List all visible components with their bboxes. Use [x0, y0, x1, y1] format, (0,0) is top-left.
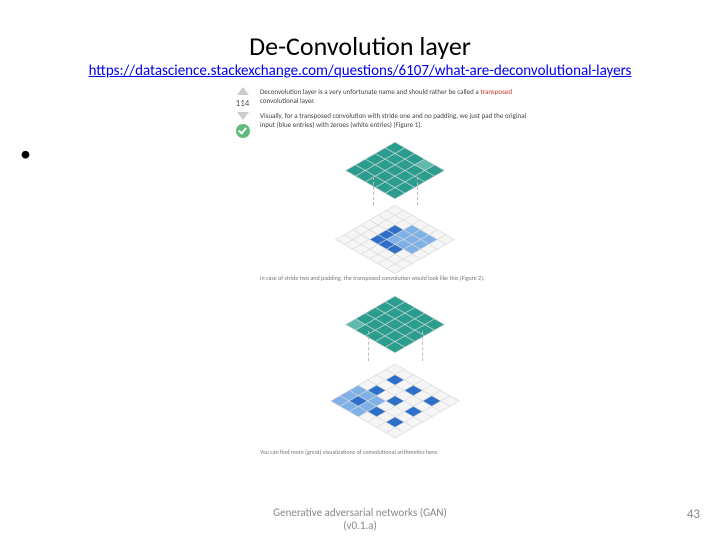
answer-p3: You can find more (great) visualizations…	[260, 449, 530, 457]
answer-p1-term: transposed	[480, 87, 512, 96]
accepted-check-icon	[236, 124, 250, 138]
answer-p1-a: Deconvolution layer is a very unfortunat…	[260, 87, 480, 96]
answer-body: Deconvolution layer is a very unfortunat…	[260, 85, 530, 485]
answer-p1-b: convolutional layer.	[260, 96, 315, 105]
answer-p1: Deconvolution layer is a very unfortunat…	[260, 87, 530, 105]
vote-panel: 114	[230, 85, 255, 138]
stackexchange-answer: 114 Deconvolution layer is a very unfort…	[230, 85, 530, 485]
source-link[interactable]: https://datascience.stackexchange.com/qu…	[0, 62, 720, 80]
footer: Generative adversarial networks (GAN) (v…	[0, 506, 720, 532]
slide-number: 43	[687, 507, 700, 522]
downvote-icon[interactable]	[237, 112, 249, 120]
vote-count: 114	[230, 98, 255, 109]
bullet-dot: •	[20, 140, 31, 167]
figure-2	[260, 289, 530, 439]
answer-p2: Visually, for a transposed convolution w…	[260, 111, 530, 129]
slide-title: De-Convolution layer	[0, 30, 720, 62]
figure-1	[260, 135, 530, 265]
upvote-icon[interactable]	[237, 87, 249, 95]
footer-line2: (v0.1.a)	[343, 519, 377, 532]
footer-line1: Generative adversarial networks (GAN)	[273, 506, 447, 519]
